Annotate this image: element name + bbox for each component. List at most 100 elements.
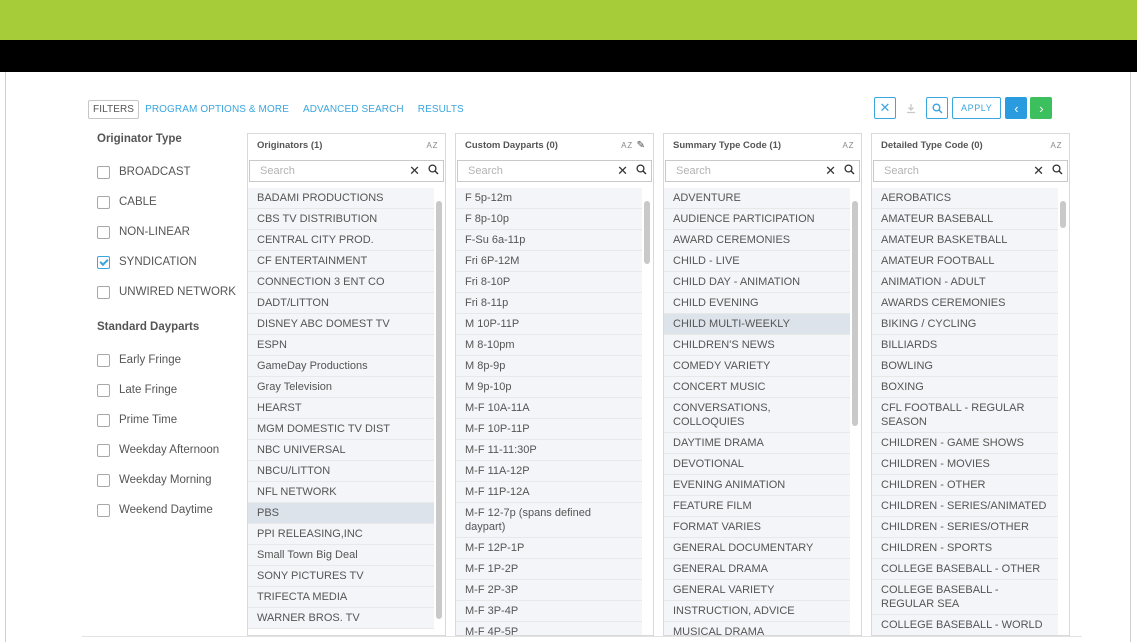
list-item[interactable]: PPI RELEASING,INC [248,524,434,545]
panel-option-list[interactable]: F 5p-12m F 8p-10p F-Su 6a-11p Fri 6P-12M Fri… [456,188,653,635]
list-item[interactable]: CF ENTERTAINMENT [248,251,434,272]
list-item[interactable]: EVENING ANIMATION [664,475,850,496]
clear-button[interactable]: ✕ [874,97,896,119]
checkbox-broadcast[interactable]: BROADCAST [97,157,237,187]
checkbox-early-fringe[interactable]: Early Fringe [97,345,237,375]
list-item[interactable]: CFL FOOTBALL - REGULAR SEASON [872,398,1058,433]
search-icon[interactable] [636,164,647,178]
panel-option-list[interactable]: BADAMI PRODUCTIONS CBS TV DISTRIBUTION CEN… [248,188,445,635]
list-item[interactable]: CHILDREN - SERIES/ANIMATED [872,496,1058,517]
list-item[interactable]: F-Su 6a-11p [456,230,642,251]
list-item[interactable]: BOWLING [872,356,1058,377]
list-item[interactable]: M-F 10A-11A [456,398,642,419]
panel-option-list[interactable]: ADVENTURE AUDIENCE PARTICIPATION AWARD CER… [664,188,861,635]
list-item[interactable]: M-F 3P-4P [456,601,642,622]
list-item[interactable]: M-F 11P-12A [456,482,642,503]
scrollbar-thumb[interactable] [852,201,858,426]
search-icon[interactable] [844,164,855,178]
list-item[interactable]: M-F 1P-2P [456,559,642,580]
list-item[interactable]: M 9p-10p [456,377,642,398]
checkbox-weekday-morning[interactable]: Weekday Morning [97,465,237,495]
checkbox-empty-icon[interactable] [97,473,110,487]
list-item[interactable]: DAYTIME DRAMA [664,433,850,454]
list-item[interactable]: AUDIENCE PARTICIPATION [664,209,850,230]
search-button[interactable] [926,97,948,119]
list-item[interactable]: GENERAL DOCUMENTARY [664,538,850,559]
list-item[interactable]: M-F 12P-1P [456,538,642,559]
sort-az-icon[interactable]: A Z [842,141,853,150]
list-item[interactable]: AMATEUR BASEBALL [872,209,1058,230]
list-item[interactable]: Fri 8-10P [456,272,642,293]
list-item[interactable]: DISNEY ABC DOMEST TV [248,314,434,335]
next-button[interactable]: › [1030,97,1053,119]
list-item[interactable]: INSTRUCTION, ADVICE [664,601,850,622]
list-item[interactable]: PBS [248,503,434,524]
checkbox-unwired-network[interactable]: UNWIRED NETWORK [97,277,237,307]
list-item[interactable]: CONVERSATIONS, COLLOQUIES [664,398,850,433]
checkbox-weekend-daytime[interactable]: Weekend Daytime [97,495,237,525]
checkbox-empty-icon[interactable] [97,165,110,179]
apply-button[interactable]: APPLY [952,97,1002,119]
search-icon[interactable] [1052,164,1063,178]
list-item[interactable]: COMEDY VARIETY [664,356,850,377]
list-item[interactable]: CHILD EVENING [664,293,850,314]
list-item[interactable]: CONNECTION 3 ENT CO [248,272,434,293]
checkbox-empty-icon[interactable] [97,443,110,457]
list-item[interactable]: COLLEGE BASEBALL - OTHER [872,559,1058,580]
previous-button[interactable]: ‹ [1005,97,1028,119]
list-item[interactable]: M-F 2P-3P [456,580,642,601]
checkbox-syndication[interactable]: SYNDICATION [97,247,237,277]
list-item[interactable]: TRIFECTA MEDIA [248,587,434,608]
checkbox-non-linear[interactable]: NON-LINEAR [97,217,237,247]
list-item[interactable]: AMATEUR BASKETBALL [872,230,1058,251]
list-item[interactable]: F 5p-12m [456,188,642,209]
list-item[interactable]: CONCERT MUSIC [664,377,850,398]
list-item[interactable]: CENTRAL CITY PROD. [248,230,434,251]
scrollbar-thumb[interactable] [644,201,650,264]
list-item[interactable]: CBS TV DISTRIBUTION [248,209,434,230]
sort-az-icon[interactable]: A Z [1050,141,1061,150]
list-item[interactable]: AEROBATICS [872,188,1058,209]
clear-search-icon[interactable]: ✕ [825,163,836,179]
list-item[interactable]: Fri 6P-12M [456,251,642,272]
checkbox-empty-icon[interactable] [97,225,110,239]
list-item[interactable]: FORMAT VARIES [664,517,850,538]
checkbox-weekday-afternoon[interactable]: Weekday Afternoon [97,435,237,465]
list-item[interactable]: CHILDREN - MOVIES [872,454,1058,475]
list-item[interactable]: M 8-10pm [456,335,642,356]
checkbox-empty-icon[interactable] [97,503,110,517]
list-item[interactable]: FEATURE FILM [664,496,850,517]
list-item[interactable]: AWARDS CEREMONIES [872,293,1058,314]
scrollbar-thumb[interactable] [1060,201,1066,228]
list-item[interactable]: DEVOTIONAL [664,454,850,475]
list-item[interactable]: BILLIARDS [872,335,1058,356]
tab-program-options[interactable]: PROGRAM OPTIONS & MORE [145,104,289,115]
list-item[interactable]: COLLEGE BASEBALL - REGULAR SEA [872,580,1058,615]
list-item[interactable]: DADT/LITTON [248,293,434,314]
list-item[interactable]: CHILD - LIVE [664,251,850,272]
list-item[interactable]: CHILD DAY - ANIMATION [664,272,850,293]
tab-advanced-search[interactable]: ADVANCED SEARCH [303,104,404,115]
checkbox-empty-icon[interactable] [97,195,110,209]
list-item[interactable]: ADVENTURE [664,188,850,209]
list-item[interactable]: M-F 4P-5P [456,622,642,635]
list-item[interactable]: CHILDREN - SPORTS [872,538,1058,559]
list-item[interactable]: ESPN [248,335,434,356]
list-item[interactable]: F 8p-10p [456,209,642,230]
scrollbar-thumb[interactable] [436,201,442,619]
checkbox-empty-icon[interactable] [97,353,110,367]
list-item[interactable]: AMATEUR FOOTBALL [872,251,1058,272]
list-item[interactable]: GENERAL VARIETY [664,580,850,601]
list-item[interactable]: BADAMI PRODUCTIONS [248,188,434,209]
list-item[interactable]: NBCU/LITTON [248,461,434,482]
list-item[interactable]: M 10P-11P [456,314,642,335]
clear-search-icon[interactable]: ✕ [1033,163,1044,179]
clear-search-icon[interactable]: ✕ [617,163,628,179]
panel-search-input[interactable] [676,165,826,177]
list-item[interactable]: COLLEGE BASEBALL - WORLD [872,615,1058,635]
sort-az-icon[interactable]: A Z [426,141,437,150]
list-item[interactable]: M-F 11A-12P [456,461,642,482]
download-button[interactable] [900,97,922,119]
tab-filters[interactable]: FILTERS [88,99,140,119]
panel-search-input[interactable] [468,165,618,177]
